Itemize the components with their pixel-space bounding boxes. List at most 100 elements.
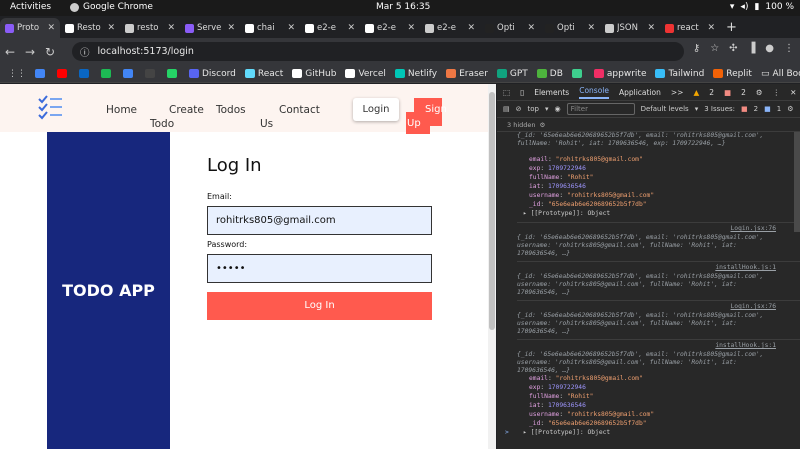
login-submit-button[interactable]: Log In xyxy=(207,292,432,320)
tab-close-icon[interactable]: ✕ xyxy=(527,23,535,33)
console-settings-icon[interactable]: ⚙ xyxy=(787,105,793,113)
scrollbar-thumb[interactable] xyxy=(489,92,495,330)
tab-close-icon[interactable]: ✕ xyxy=(227,23,235,33)
console-filter-input[interactable]: Filter xyxy=(566,103,635,115)
browser-tab[interactable]: Opti ✕ xyxy=(480,18,540,38)
console-object-summary[interactable]: {_id: '65e6eab6e620689652b5f7db', email:… xyxy=(517,312,775,336)
nav-login-button[interactable]: Login xyxy=(353,98,399,121)
bookmark-item[interactable]: Vercel xyxy=(345,69,386,79)
console-object-summary[interactable]: {_id: '65e6eab6e620689652b5f7db', email:… xyxy=(517,234,775,258)
clock[interactable]: Mar 5 16:35 xyxy=(376,2,430,12)
side-panel-icon[interactable]: ▐ xyxy=(748,43,756,54)
console-object-summary[interactable]: {_id: '65e6eab6e620689652b5f7db', email:… xyxy=(517,273,775,297)
tab-close-icon[interactable]: ✕ xyxy=(647,23,655,33)
devtools-menu-icon[interactable]: ⋮ xyxy=(773,88,781,97)
system-tray[interactable]: ▾ ◂) ▮ 100 % xyxy=(730,2,794,12)
tab-close-icon[interactable]: ✕ xyxy=(407,23,415,33)
devtools-tab-console[interactable]: Console xyxy=(579,86,609,99)
bookmark-item[interactable] xyxy=(57,69,70,78)
console-source-link[interactable]: Login.jsx:76 xyxy=(731,303,777,310)
browser-tab[interactable]: JSON ✕ xyxy=(600,18,660,38)
issues-error-count[interactable]: 2 xyxy=(754,105,758,113)
console-source-link[interactable]: Login.jsx:76 xyxy=(731,225,777,232)
error-count[interactable]: 2 xyxy=(741,88,746,97)
apps-grid-icon[interactable]: ⋮⋮ xyxy=(8,69,26,79)
log-levels-dropdown[interactable]: Default levels xyxy=(641,105,689,113)
menu-icon[interactable]: ⋮ xyxy=(784,43,794,54)
context-selector[interactable]: top xyxy=(528,105,539,113)
clear-console-icon[interactable]: ⊘ xyxy=(516,105,522,113)
browser-tab[interactable]: resto ✕ xyxy=(120,18,180,38)
live-expression-eye-icon[interactable]: ◉ xyxy=(555,105,561,113)
bookmark-item[interactable] xyxy=(571,69,585,78)
settings-gear-icon[interactable]: ⚙ xyxy=(756,88,763,97)
console-prototype-row[interactable]: ▸ [[Prototype]]: Object xyxy=(523,210,800,218)
nav-signup-button[interactable]: Sign Up xyxy=(406,98,447,134)
tab-close-icon[interactable]: ✕ xyxy=(167,23,175,33)
bookmark-item[interactable]: appwrite xyxy=(593,69,646,79)
nav-us[interactable]: Us xyxy=(260,118,273,130)
more-tabs-icon[interactable]: >> xyxy=(671,88,684,97)
nav-todos[interactable]: Todos xyxy=(216,104,246,116)
reload-icon[interactable]: ↻ xyxy=(40,45,60,59)
bookmark-item[interactable] xyxy=(35,69,48,78)
activities-button[interactable]: Activities xyxy=(10,2,51,12)
nav-contact[interactable]: Contact xyxy=(279,104,320,116)
browser-tab[interactable]: react ✕ xyxy=(660,18,720,38)
address-bar[interactable]: ⓘ localhost:5173/login xyxy=(72,42,684,61)
bookmark-item[interactable]: Replit xyxy=(713,69,752,79)
tab-close-icon[interactable]: ✕ xyxy=(467,23,475,33)
site-info-icon[interactable]: ⓘ xyxy=(80,45,90,59)
password-key-icon[interactable]: ⚷ xyxy=(693,43,700,54)
browser-tab[interactable]: e2-e ✕ xyxy=(420,18,480,38)
forward-icon[interactable]: → xyxy=(20,45,40,59)
nav-home[interactable]: Home xyxy=(106,104,137,116)
console-object-summary[interactable]: {_id: '65e6eab6e620689652b5f7db', email:… xyxy=(517,351,775,375)
app-menu[interactable]: Google Chrome xyxy=(70,2,153,12)
browser-tab[interactable]: Proto ✕ xyxy=(0,18,60,38)
tab-close-icon[interactable]: ✕ xyxy=(47,23,55,33)
tab-close-icon[interactable]: ✕ xyxy=(707,23,715,33)
bookmark-item[interactable]: DB xyxy=(536,69,563,79)
browser-tab[interactable]: e2-e ✕ xyxy=(360,18,420,38)
page-scrollbar[interactable] xyxy=(488,84,496,449)
bookmark-item[interactable]: Netlify xyxy=(394,69,437,79)
all-bookmarks-button[interactable]: ▭All Bookmarks xyxy=(761,69,800,79)
new-tab-button[interactable]: + xyxy=(720,18,743,38)
devtools-close-icon[interactable]: ✕ xyxy=(790,88,796,97)
console-object-summary[interactable]: {_id: '65e6eab6e620689652b5f7db', email:… xyxy=(517,132,775,148)
extensions-icon[interactable]: ✣ xyxy=(729,43,737,54)
todo-logo-icon[interactable] xyxy=(37,94,63,120)
bookmark-item[interactable]: GitHub xyxy=(292,69,336,79)
console-scrollbar[interactable] xyxy=(794,132,800,232)
browser-tab[interactable]: Opti ✕ xyxy=(540,18,600,38)
bookmark-item[interactable] xyxy=(101,69,114,78)
nav-todo[interactable]: Todo xyxy=(150,118,174,130)
nav-create[interactable]: Create xyxy=(169,104,204,116)
bookmark-item[interactable]: GPT xyxy=(496,69,528,79)
bookmark-star-icon[interactable]: ☆ xyxy=(710,43,719,54)
bookmark-item[interactable]: Tailwind xyxy=(655,69,704,79)
bookmark-item[interactable] xyxy=(79,69,92,78)
bookmark-item[interactable] xyxy=(123,69,136,78)
device-toggle-icon[interactable]: ▯ xyxy=(520,88,524,97)
sidebar-toggle-icon[interactable]: ▤ xyxy=(503,105,510,113)
bookmark-item[interactable]: Eraser xyxy=(446,69,488,79)
console-prototype-row[interactable]: ▸ [[Prototype]]: Object xyxy=(523,429,800,437)
warning-count[interactable]: 2 xyxy=(709,88,714,97)
tab-close-icon[interactable]: ✕ xyxy=(347,23,355,33)
browser-tab[interactable]: chai ✕ xyxy=(240,18,300,38)
issues-info-count[interactable]: 1 xyxy=(777,105,781,113)
tab-close-icon[interactable]: ✕ xyxy=(587,23,595,33)
console-source-link[interactable]: installHook.js:1 xyxy=(715,342,776,349)
password-field[interactable]: ••••• xyxy=(207,254,432,283)
devtools-tab-application[interactable]: Application xyxy=(619,88,661,97)
bookmark-item[interactable] xyxy=(145,69,158,78)
bookmark-item[interactable]: Discord xyxy=(189,69,236,79)
browser-tab[interactable]: Resto ✕ xyxy=(60,18,120,38)
tab-close-icon[interactable]: ✕ xyxy=(287,23,295,33)
devtools-tab-elements[interactable]: Elements xyxy=(534,88,569,97)
browser-tab[interactable]: e2-e ✕ xyxy=(300,18,360,38)
inspect-icon[interactable]: ⬚ xyxy=(503,88,510,97)
console-source-link[interactable]: installHook.js:1 xyxy=(715,264,776,271)
